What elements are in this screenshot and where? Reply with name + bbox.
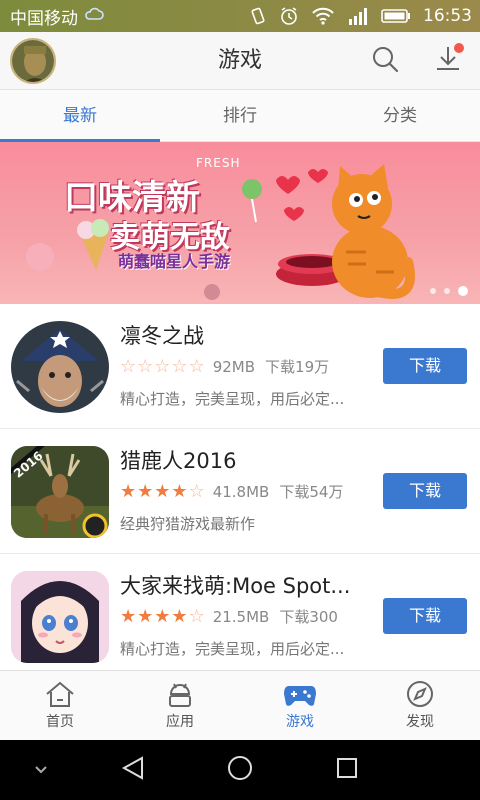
nav-games[interactable]: 游戏 <box>240 671 360 740</box>
banner-fresh-label: FRESH <box>196 156 241 170</box>
app-meta: ☆ ☆ ☆ ☆ ☆ 92MB 下载19万 <box>120 356 329 377</box>
wifi-icon <box>311 7 335 25</box>
app-meta: ★ ★ ★ ★ ☆ 21.5MB 下载300 <box>120 606 338 627</box>
rating-stars: ★ ★ ★ ★ ☆ <box>120 480 205 502</box>
nav-home[interactable]: 首页 <box>0 671 120 740</box>
pager-dot-active <box>458 286 468 296</box>
status-bar: 中国移动 16:53 <box>0 0 480 32</box>
star-empty-icon: ☆ <box>137 355 154 377</box>
nav-label: 应用 <box>166 714 194 730</box>
list-item[interactable]: 大家来找萌:Moe Spot... ★ ★ ★ ★ ☆ 21.5MB 下载300… <box>0 554 480 679</box>
app-size: 21.5MB <box>212 607 270 626</box>
promo-banner[interactable]: FRESH 口味清新 卖萌无敌 萌蠢喵星人手游 <box>0 142 480 304</box>
star-empty-icon: ☆ <box>154 355 171 377</box>
home-button[interactable] <box>225 755 255 785</box>
star-empty-icon: ☆ <box>120 355 137 377</box>
app-meta: ★ ★ ★ ★ ☆ 41.8MB 下载54万 <box>120 481 343 502</box>
search-icon <box>371 45 399 77</box>
pager-dot <box>444 288 450 294</box>
star-empty-icon: ☆ <box>171 355 188 377</box>
star-filled-icon: ★ <box>171 480 188 502</box>
compass-icon <box>404 680 436 711</box>
recents-button[interactable] <box>332 755 362 785</box>
clock-time: 16:53 <box>423 6 472 26</box>
download-manager-button[interactable] <box>432 43 464 77</box>
nav-discover[interactable]: 发现 <box>360 671 480 740</box>
nav-label: 发现 <box>406 714 434 730</box>
home-circle-icon <box>226 754 254 786</box>
banner-pager <box>430 286 468 296</box>
star-filled-icon: ★ <box>154 605 171 627</box>
app-name: 猎鹿人2016 <box>120 449 237 473</box>
download-button[interactable]: 下载 <box>383 348 467 384</box>
carrier-label: 中国移动 <box>10 8 78 29</box>
tab-bar: 最新 排行 分类 <box>0 90 480 142</box>
banner-tagline: 萌蠢喵星人手游 <box>118 252 231 271</box>
back-button[interactable] <box>118 755 148 785</box>
home-icon <box>44 680 76 711</box>
app-size: 92MB <box>212 357 256 376</box>
app-downloads: 下载19万 <box>265 358 330 376</box>
app-downloads: 下载54万 <box>279 483 344 501</box>
app-downloads: 下载300 <box>279 608 338 626</box>
star-filled-icon: ★ <box>137 605 154 627</box>
app-header: 游戏 <box>0 32 480 90</box>
bottom-nav: 首页 应用 游戏 发现 <box>0 670 480 740</box>
gamepad-icon <box>283 680 317 711</box>
alarm-icon <box>279 6 299 26</box>
search-button[interactable] <box>369 45 401 77</box>
app-name: 凛冬之战 <box>120 324 204 348</box>
rating-stars: ★ ★ ★ ★ ☆ <box>120 605 205 627</box>
app-icon <box>11 571 109 663</box>
tab-category[interactable]: 分类 <box>320 90 480 141</box>
star-filled-icon: ★ <box>137 480 154 502</box>
app-list: 凛冬之战 ☆ ☆ ☆ ☆ ☆ 92MB 下载19万 精心打造，完美呈现，用后必定… <box>0 304 480 679</box>
list-item[interactable]: 凛冬之战 ☆ ☆ ☆ ☆ ☆ 92MB 下载19万 精心打造，完美呈现，用后必定… <box>0 304 480 429</box>
page-title: 游戏 <box>217 48 262 73</box>
star-empty-icon: ☆ <box>188 605 205 627</box>
nav-label: 游戏 <box>286 714 314 730</box>
cloud-icon <box>84 6 104 26</box>
signal-icon <box>347 6 369 26</box>
star-filled-icon: ★ <box>120 480 137 502</box>
star-filled-icon: ★ <box>120 605 137 627</box>
nav-label: 首页 <box>46 714 74 730</box>
tab-ranking[interactable]: 排行 <box>160 90 320 141</box>
app-name: 大家来找萌:Moe Spot... <box>120 574 351 598</box>
pager-dot <box>430 288 436 294</box>
vibrate-icon <box>249 6 267 26</box>
nav-apps[interactable]: 应用 <box>120 671 240 740</box>
tab-newest[interactable]: 最新 <box>0 90 160 142</box>
star-empty-icon: ☆ <box>188 355 205 377</box>
app-icon: 2016 <box>11 446 109 538</box>
recents-square-icon <box>335 756 359 784</box>
system-nav-bar <box>0 740 480 800</box>
chevron-down-icon <box>33 761 49 780</box>
notification-badge <box>454 43 464 53</box>
android-icon <box>164 680 196 711</box>
star-empty-icon: ☆ <box>188 480 205 502</box>
back-triangle-icon <box>120 755 146 785</box>
download-button[interactable]: 下载 <box>383 598 467 634</box>
battery-icon <box>381 8 411 24</box>
collapse-button[interactable] <box>26 755 56 785</box>
app-size: 41.8MB <box>212 482 270 501</box>
app-description: 精心打造，完美呈现，用后必定... <box>120 390 345 408</box>
download-button[interactable]: 下载 <box>383 473 467 509</box>
app-description: 精心打造，完美呈现，用后必定... <box>120 640 345 658</box>
star-filled-icon: ★ <box>171 605 188 627</box>
app-icon <box>11 321 109 413</box>
star-filled-icon: ★ <box>154 480 171 502</box>
list-item[interactable]: 2016 猎鹿人2016 ★ ★ ★ ★ ☆ 41.8MB 下载54万 经典狩猎… <box>0 429 480 554</box>
rating-stars: ☆ ☆ ☆ ☆ ☆ <box>120 355 205 377</box>
app-description: 经典狩猎游戏最新作 <box>120 515 256 533</box>
